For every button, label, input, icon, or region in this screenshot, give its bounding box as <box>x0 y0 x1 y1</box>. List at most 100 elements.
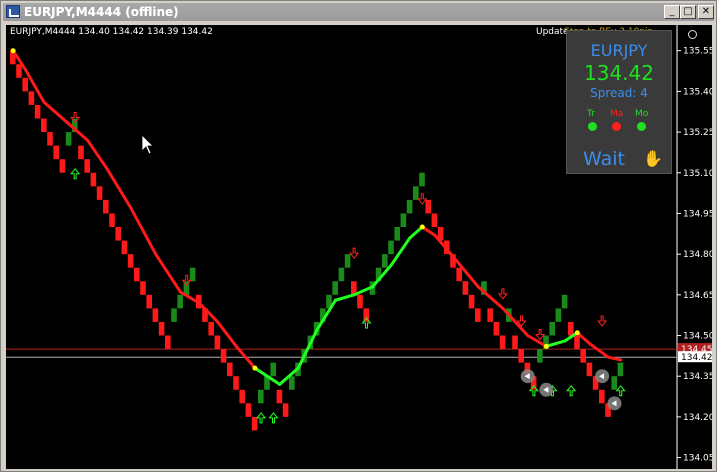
info-panel: EURJPY 134.42 Spread: 4 Tr Ma Mo Wait ✋ <box>566 30 672 174</box>
ma-segment <box>588 342 610 359</box>
price-tick-label: 135.10 <box>683 169 712 179</box>
price-tick-label: 134.20 <box>683 413 712 423</box>
buy-arrow-icon <box>70 167 81 180</box>
bear-brick <box>103 199 109 214</box>
bull-brick <box>549 321 555 336</box>
chart-window: EURJPY,M4444 (offline) _ □ ✕ 135.55 135.4… <box>0 0 717 472</box>
bear-brick <box>475 308 481 322</box>
bull-brick <box>537 349 543 363</box>
ma-segment <box>67 122 89 142</box>
bear-brick <box>96 186 103 200</box>
panel-symbol: EURJPY <box>590 41 648 60</box>
ma-segment <box>86 138 108 169</box>
indicator-dot-tr <box>588 122 597 131</box>
bull-brick <box>289 376 295 390</box>
bear-brick <box>499 335 506 350</box>
bull-brick <box>555 308 562 322</box>
bear-brick <box>425 199 431 214</box>
bear-brick <box>16 64 22 78</box>
sell-arrow-icon <box>417 193 428 205</box>
ma-segment <box>129 206 158 256</box>
panel-status: Wait <box>583 148 625 170</box>
ma-segment <box>197 301 220 324</box>
bear-brick <box>214 335 221 350</box>
chart-area[interactable]: 135.55 135.40 135.25 135.10 134.95 134.80 134.… <box>6 25 712 469</box>
bull-brick <box>400 213 407 228</box>
price-tick-label: 135.25 <box>683 128 712 138</box>
bear-brick <box>512 335 518 350</box>
panel-spread: Spread: 4 <box>590 86 648 100</box>
bear-brick <box>220 349 227 363</box>
bear-brick <box>90 172 97 187</box>
price-tick-label: 134.50 <box>683 332 712 342</box>
bear-brick <box>22 77 28 92</box>
bear-brick <box>146 294 152 309</box>
bear-brick <box>28 91 35 105</box>
bear-brick <box>53 145 59 160</box>
sell-arrow-icon <box>535 329 546 341</box>
bear-brick <box>152 308 159 322</box>
bear-brick <box>121 240 128 255</box>
bear-brick <box>431 213 438 228</box>
bear-brick <box>158 321 165 336</box>
window-title: EURJPY,M4444 (offline) <box>24 5 179 19</box>
close-button[interactable]: ✕ <box>698 5 714 19</box>
bear-brick <box>84 159 90 173</box>
bear-brick <box>357 294 363 309</box>
bull-brick <box>617 362 624 377</box>
bear-brick <box>493 321 500 336</box>
price-tick-label: 134.65 <box>683 291 712 301</box>
bear-brick <box>518 349 524 363</box>
maximize-button[interactable]: □ <box>680 5 696 19</box>
bear-brick <box>468 294 475 309</box>
buy-arrow-icon <box>256 412 267 424</box>
title-bar[interactable]: EURJPY,M4444 (offline) _ □ ✕ <box>3 3 714 21</box>
bear-brick <box>165 335 171 350</box>
bear-brick <box>208 321 214 336</box>
mouse-cursor-icon <box>141 134 154 155</box>
bear-brick <box>580 349 586 363</box>
chart-header-label: EURJPY,M4444 134.40 134.42 134.39 134.42 <box>10 27 213 37</box>
bull-brick <box>413 186 419 200</box>
bear-brick <box>134 267 140 282</box>
bull-brick <box>171 308 177 322</box>
bear-brick <box>239 389 245 404</box>
buy-arrow-icon <box>268 412 279 424</box>
bull-brick <box>65 132 72 146</box>
bull-brick <box>388 240 394 255</box>
bear-brick <box>462 281 469 295</box>
minimize-button[interactable]: _ <box>664 5 680 19</box>
price-tick-label: 134.05 <box>683 454 712 464</box>
bull-brick <box>406 199 413 214</box>
bear-brick <box>115 227 121 241</box>
ma-segment <box>334 293 356 302</box>
bear-brick <box>568 321 574 336</box>
indicator-label-ma: Ma <box>610 109 624 119</box>
bear-brick <box>41 118 47 133</box>
ma-segment <box>371 263 393 289</box>
close-circle-icon[interactable] <box>688 30 697 39</box>
bear-brick <box>127 254 134 268</box>
indicator-label-mo: Mo <box>635 109 649 119</box>
ma-turn-point <box>252 365 258 371</box>
ma-segment <box>476 285 505 310</box>
bear-brick <box>233 376 239 390</box>
bear-brick <box>574 335 580 350</box>
bear-brick <box>251 416 258 431</box>
hand-icon: ✋ <box>643 149 663 168</box>
price-tick-label: 134.95 <box>683 209 712 219</box>
bull-brick <box>344 254 351 268</box>
bull-brick <box>258 389 264 404</box>
price-tick-label: 135.55 <box>683 47 712 57</box>
bear-brick <box>34 104 41 119</box>
bull-brick <box>611 376 617 390</box>
bear-brick <box>586 362 593 377</box>
bear-brick <box>47 132 53 146</box>
price-tick-label: 135.40 <box>683 87 712 97</box>
bear-brick <box>140 281 146 295</box>
indicator-dot-ma <box>612 122 621 131</box>
sell-arrow-icon <box>497 288 508 300</box>
ma-turn-point <box>574 330 580 336</box>
chart-window-icon <box>6 5 20 18</box>
ma-segment <box>216 320 238 348</box>
